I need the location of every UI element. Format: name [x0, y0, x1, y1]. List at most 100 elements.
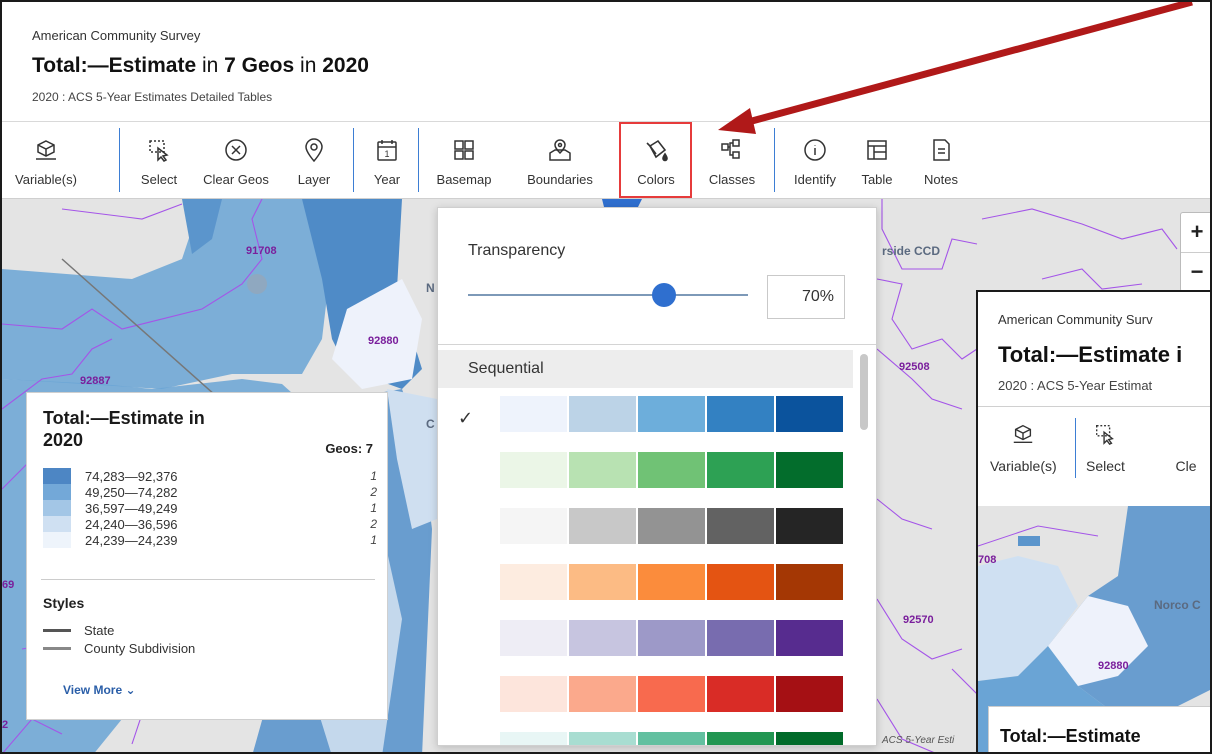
- palette-swatch: [776, 508, 843, 544]
- palette-swatch: [707, 508, 774, 544]
- transparency-label: Transparency: [468, 242, 566, 259]
- inset-select-label: Select: [1086, 458, 1125, 474]
- legend-count: 1: [370, 501, 377, 515]
- palette-option[interactable]: [500, 564, 845, 602]
- palette-swatch: [707, 732, 774, 745]
- map-label: N: [426, 281, 435, 295]
- palette-option[interactable]: [500, 508, 845, 546]
- inset-clear-label: Cle: [1175, 458, 1197, 474]
- palette-swatch: [638, 732, 705, 745]
- zoom-control: + −: [1180, 212, 1210, 293]
- boundaries-button[interactable]: Boundaries: [510, 123, 610, 199]
- transparency-slider-track[interactable]: [468, 294, 748, 296]
- zoom-in-button[interactable]: +: [1181, 213, 1210, 253]
- title-in: in: [196, 54, 225, 77]
- legend-color-swatch: [43, 500, 71, 516]
- palette-swatch: [500, 676, 567, 712]
- inset-legend-title: Total:—Estimate: [1000, 726, 1141, 746]
- toolbar-divider: [353, 128, 354, 192]
- palette-swatch: [500, 564, 567, 600]
- table-icon: [867, 140, 887, 160]
- palette-swatch: [776, 676, 843, 712]
- inset-toolbar-divider: [1075, 418, 1076, 478]
- palette-swatch: [638, 620, 705, 656]
- palette-swatch: [776, 452, 843, 488]
- layer-label: Layer: [297, 172, 331, 187]
- palette-swatch: [638, 452, 705, 488]
- legend-range: 74,283—92,376: [85, 468, 178, 484]
- palette-option[interactable]: [500, 396, 845, 434]
- colors-panel: Transparency 70% Sequential ✓: [437, 207, 877, 746]
- panel-divider: [438, 344, 876, 345]
- legend-divider: [41, 579, 375, 580]
- table-button[interactable]: Table: [854, 123, 900, 199]
- palette-swatch: [638, 676, 705, 712]
- palette-swatch: [638, 508, 705, 544]
- inset-clear-button[interactable]: Cle: [1174, 414, 1198, 474]
- inset-select-button[interactable]: Select: [1086, 414, 1125, 474]
- legend-count: 1: [370, 469, 377, 483]
- palette-option[interactable]: [500, 732, 845, 745]
- map-label: 92508: [899, 361, 930, 373]
- year-label: Year: [373, 172, 401, 187]
- legend-style-state: State: [43, 623, 114, 638]
- grid-icon: [454, 140, 474, 160]
- inset-variables-label: Variable(s): [990, 458, 1057, 474]
- legend-count: 2: [370, 517, 377, 531]
- palette-swatch: [569, 620, 636, 656]
- identify-button[interactable]: Identify: [782, 123, 848, 199]
- inset-variables-button[interactable]: Variable(s): [990, 414, 1057, 474]
- palette-swatch: [776, 620, 843, 656]
- toolbar-divider: [418, 128, 419, 192]
- clear-geos-button[interactable]: Clear Geos: [196, 123, 276, 199]
- zoom-out-button[interactable]: −: [1181, 253, 1210, 293]
- layer-button[interactable]: Layer: [284, 123, 344, 199]
- page-header: American Community Survey Total:—Estimat…: [2, 2, 1210, 122]
- palette-swatch: [707, 564, 774, 600]
- legend-color-swatch: [43, 532, 71, 548]
- select-pointer-icon: [1096, 425, 1115, 446]
- map-pin-icon: [305, 138, 323, 163]
- select-button[interactable]: Select: [128, 123, 190, 199]
- palette-swatch: [569, 732, 636, 745]
- view-more-link[interactable]: View More ⌄: [63, 683, 136, 697]
- palette-option[interactable]: [500, 452, 845, 490]
- svg-text:1: 1: [384, 149, 389, 159]
- map-label: 92570: [903, 614, 934, 626]
- palette-swatch: [707, 452, 774, 488]
- inset-map-label: 92880: [1098, 660, 1129, 672]
- year-button[interactable]: 1 Year: [362, 123, 412, 199]
- style-state-label: State: [84, 623, 115, 638]
- title-geos: 7 Geos: [224, 54, 295, 77]
- legend-count: 1: [370, 533, 377, 547]
- transparency-slider-thumb[interactable]: [652, 283, 676, 307]
- map-legend: Total:—Estimate in 2020 Geos: 7 74,283—9…: [26, 392, 388, 720]
- palette-option[interactable]: [500, 676, 845, 714]
- notes-button[interactable]: Notes: [914, 123, 968, 199]
- close-circle-icon: [1174, 422, 1198, 446]
- legend-range: 36,597—49,249: [85, 500, 178, 516]
- survey-name: American Community Survey: [32, 28, 201, 43]
- transparency-value-input[interactable]: 70%: [767, 275, 845, 319]
- page-title: Total:—Estimate in 7 Geos in 2020: [32, 54, 369, 78]
- colors-highlight-box: [619, 122, 692, 198]
- legend-color-swatch: [43, 468, 71, 484]
- screenshot-frame: American Community Survey Total:—Estimat…: [0, 0, 1212, 754]
- toolbar-divider: [119, 128, 120, 192]
- variables-button[interactable]: Variable(s): [8, 123, 84, 199]
- hierarchy-icon: [721, 139, 740, 159]
- document-icon: [933, 139, 950, 161]
- classes-button[interactable]: Classes: [696, 123, 768, 199]
- panel-scrollbar[interactable]: [860, 354, 868, 430]
- legend-title: Total:—Estimate in 2020: [43, 408, 205, 450]
- inset-map-label: Norco C: [1154, 598, 1201, 612]
- clear-geos-label: Clear Geos: [203, 172, 269, 187]
- palette-option[interactable]: [500, 620, 845, 658]
- legend-class-row: 49,250—74,282 2: [43, 484, 377, 500]
- palette-swatch: [500, 508, 567, 544]
- legend-class-row: 24,240—36,596 2: [43, 516, 377, 532]
- legend-range: 49,250—74,282: [85, 484, 178, 500]
- title-year: 2020: [322, 54, 369, 77]
- map-label: 69: [2, 579, 15, 591]
- basemap-button[interactable]: Basemap: [426, 123, 502, 199]
